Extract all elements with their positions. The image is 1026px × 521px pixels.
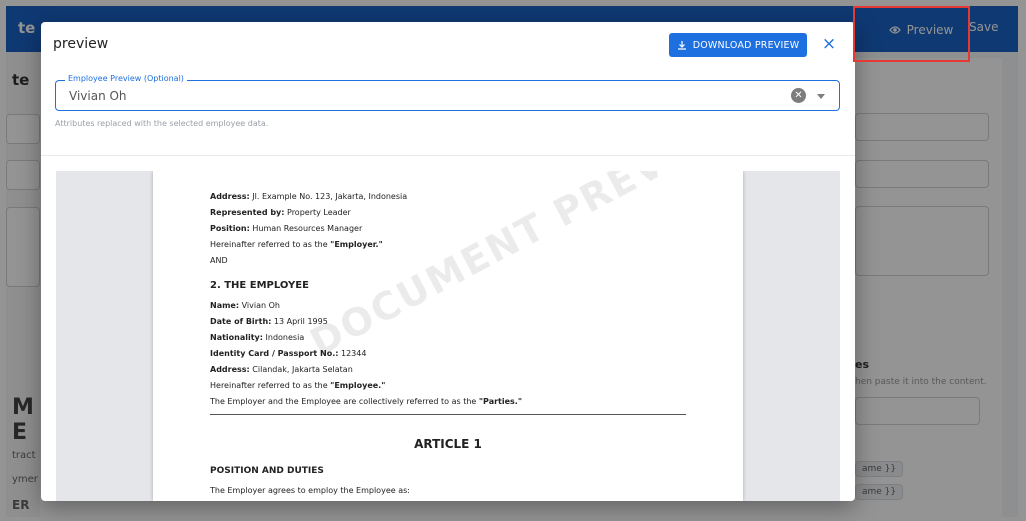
represented-value: Property Leader <box>284 208 351 217</box>
divider <box>41 155 855 156</box>
clear-icon[interactable]: ✕ <box>791 88 806 103</box>
employer-referred-text: Hereinafter referred to as the <box>210 240 331 249</box>
employee-address-label: Address: <box>210 365 250 374</box>
download-preview-button[interactable]: DOWNLOAD PREVIEW <box>669 33 807 57</box>
employee-preview-label: Employee Preview (Optional) <box>65 74 187 83</box>
parties-text: The Employer and the Employee are collec… <box>210 397 479 406</box>
highlight-box <box>853 6 970 62</box>
download-preview-label: DOWNLOAD PREVIEW <box>692 39 800 51</box>
document-page: Address: Jl. Example No. 123, Jakarta, I… <box>153 171 743 501</box>
position-duties-heading: POSITION AND DUTIES <box>210 466 324 476</box>
document-rule <box>210 414 686 415</box>
employer-term: "Employer." <box>330 240 383 249</box>
helper-text: Attributes replaced with the selected em… <box>55 119 269 128</box>
represented-label: Represented by: <box>210 208 285 217</box>
employer-address-label: Address: <box>210 192 250 201</box>
nationality-label: Nationality: <box>210 333 263 342</box>
position-value: Human Resources Manager <box>249 224 363 233</box>
employee-heading: 2. THE EMPLOYEE <box>210 280 309 291</box>
download-icon <box>677 41 686 50</box>
employee-referred-text: Hereinafter referred to as the <box>210 381 331 390</box>
position-label: Position: <box>210 224 250 233</box>
and-text: AND <box>210 256 228 265</box>
employee-address: Cilandak, Jakarta Selatan <box>249 365 353 374</box>
document-viewer[interactable]: Address: Jl. Example No. 123, Jakarta, I… <box>56 171 840 501</box>
employee-preview-value: Vivian Oh <box>69 89 127 103</box>
parties-term: "Parties." <box>478 397 522 406</box>
dob-label: Date of Birth: <box>210 317 272 326</box>
modal-title: preview <box>53 36 109 52</box>
employee-preview-select[interactable] <box>55 80 840 111</box>
name-value: Vivian Oh <box>239 301 280 310</box>
nationality-value: Indonesia <box>262 333 305 342</box>
name-label: Name: <box>210 301 240 310</box>
chevron-down-icon[interactable] <box>817 94 825 99</box>
preview-modal: preview DOWNLOAD PREVIEW × Employee Prev… <box>41 22 855 501</box>
position-duties-text: The Employer agrees to employ the Employ… <box>210 486 410 495</box>
employee-term: "Employee." <box>330 381 386 390</box>
article-heading: ARTICLE 1 <box>414 437 482 451</box>
employer-address: Jl. Example No. 123, Jakarta, Indonesia <box>249 192 408 201</box>
close-icon[interactable]: × <box>819 34 839 54</box>
